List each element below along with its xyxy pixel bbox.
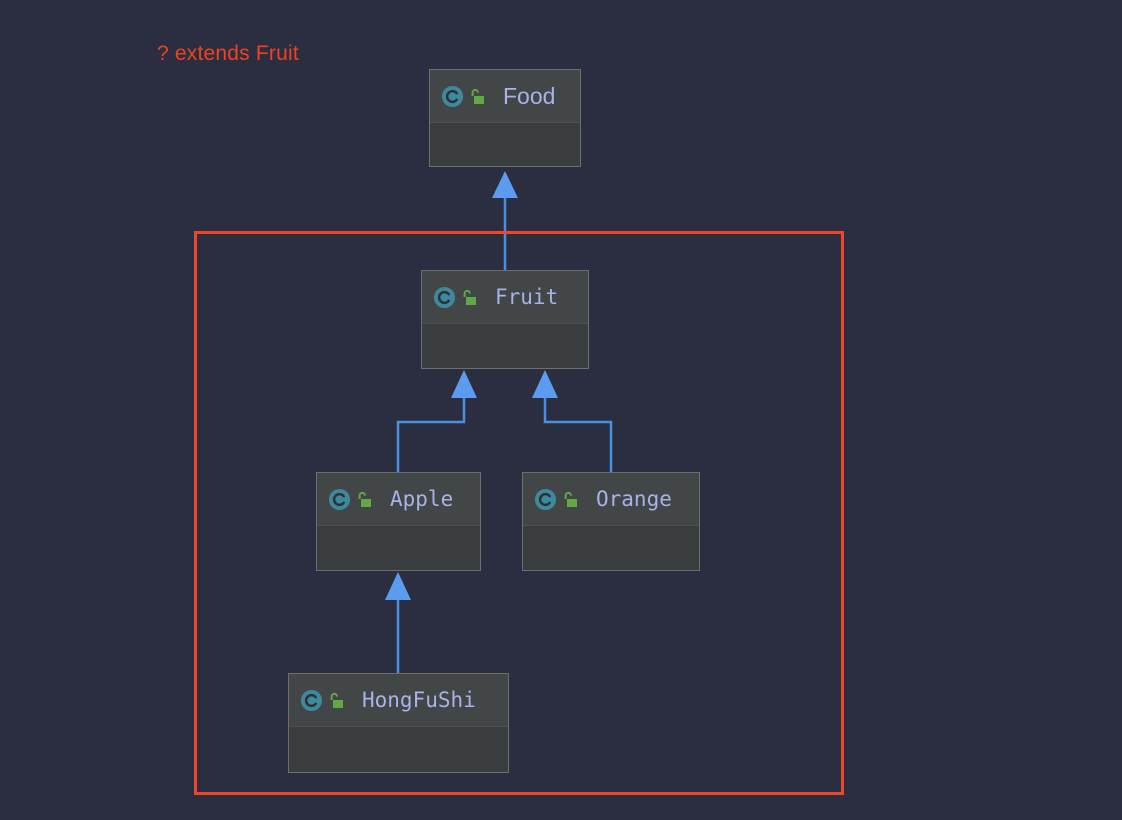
class-node-apple[interactable]: Apple <box>316 472 481 571</box>
class-node-header: Fruit <box>422 271 588 324</box>
class-node-orange[interactable]: Orange <box>522 472 700 571</box>
class-node-title: HongFuShi <box>362 688 476 712</box>
class-node-title: Apple <box>390 487 454 511</box>
class-node-header: Food <box>430 70 580 123</box>
class-icon <box>441 85 464 107</box>
unlocked-padlock-icon <box>564 491 577 507</box>
class-node-header: Apple <box>317 473 480 526</box>
class-node-body <box>523 526 699 570</box>
class-node-title: Food <box>503 82 556 109</box>
wildcard-annotation-label: ? extends Fruit <box>157 42 299 65</box>
class-icon <box>433 286 456 308</box>
class-node-title: Fruit <box>495 285 559 309</box>
class-icon <box>534 488 557 510</box>
class-node-fruit[interactable]: Fruit <box>421 270 589 369</box>
unlocked-padlock-icon <box>463 289 476 305</box>
class-node-header: Orange <box>523 473 699 526</box>
class-node-body <box>430 123 580 166</box>
unlocked-padlock-icon <box>471 88 484 104</box>
class-node-title: Orange <box>596 487 672 511</box>
class-node-body <box>422 324 588 368</box>
class-node-header: HongFuShi <box>289 674 508 727</box>
uml-class-diagram-canvas: ? extends Fruit Food Fruit Apple Orange … <box>0 0 1122 820</box>
unlocked-padlock-icon <box>330 692 343 708</box>
class-node-food[interactable]: Food <box>429 69 581 167</box>
unlocked-padlock-icon <box>358 491 371 507</box>
class-icon <box>328 488 351 510</box>
class-icon <box>300 689 323 711</box>
class-node-hongfushi[interactable]: HongFuShi <box>288 673 509 773</box>
class-node-body <box>289 727 508 772</box>
class-node-body <box>317 526 480 570</box>
